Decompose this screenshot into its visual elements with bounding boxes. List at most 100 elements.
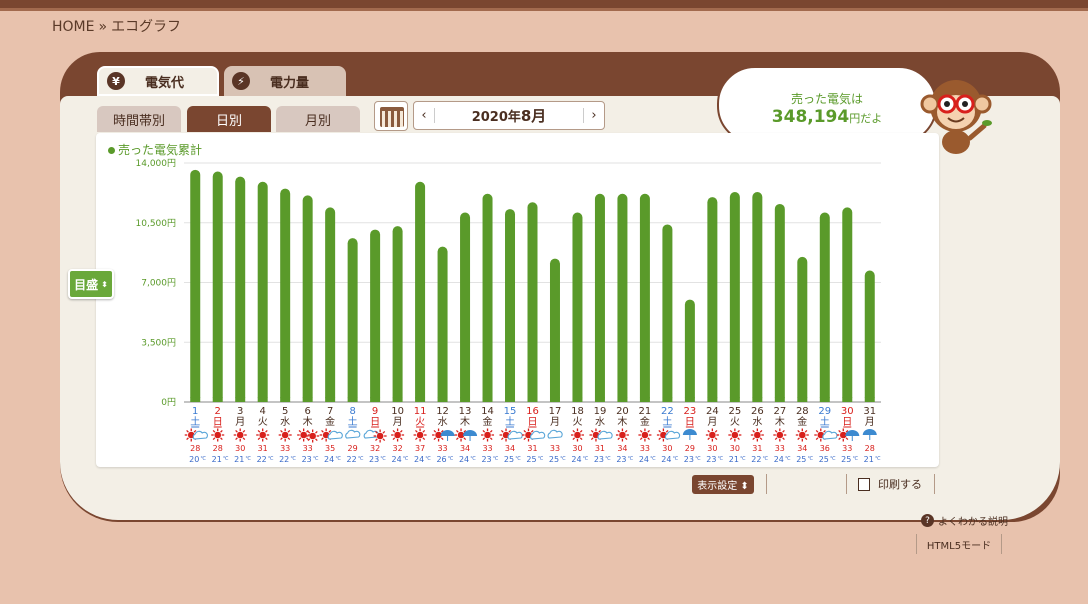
sun-ray bbox=[707, 429, 711, 433]
tab-electricity-cost[interactable]: ¥ 電気代 bbox=[97, 66, 219, 96]
next-month-button[interactable]: › bbox=[583, 108, 604, 123]
day-label: 26 bbox=[751, 406, 764, 417]
bar bbox=[302, 195, 313, 402]
separator bbox=[846, 474, 847, 494]
day-label: 29 bbox=[818, 406, 831, 417]
day-label: 27 bbox=[773, 406, 786, 417]
cloud-icon bbox=[822, 430, 838, 440]
calendar-button[interactable] bbox=[374, 101, 408, 131]
html5-mode-button[interactable]: HTML5モード bbox=[916, 534, 1002, 554]
bar-base bbox=[325, 397, 336, 402]
temp-high-label: 34 bbox=[505, 444, 515, 453]
bar-base bbox=[797, 397, 808, 402]
y-tick-label: 7,000円 bbox=[141, 278, 176, 289]
bar bbox=[819, 212, 830, 402]
sun-ray bbox=[186, 437, 189, 441]
subtab-daily[interactable]: 日別 bbox=[187, 106, 271, 132]
print-button[interactable]: 印刷する bbox=[858, 476, 922, 492]
sun-ray bbox=[797, 437, 800, 441]
temp-low-label: 23 bbox=[616, 455, 626, 464]
day-label: 25 bbox=[728, 406, 741, 417]
weekday-label: 日 bbox=[842, 417, 852, 428]
sun-ray bbox=[598, 429, 602, 433]
temp-high-label: 30 bbox=[707, 444, 717, 453]
sun-ray bbox=[759, 429, 763, 433]
temp-low-label: 23 bbox=[481, 455, 491, 464]
sun-ray bbox=[508, 429, 512, 433]
temp-unit-label: ℃ bbox=[403, 456, 409, 462]
weekday-label: 金 bbox=[640, 415, 650, 428]
bar-base bbox=[752, 397, 763, 402]
sun-ray bbox=[440, 437, 444, 441]
bar bbox=[549, 258, 560, 402]
temp-high-label: 32 bbox=[393, 444, 403, 453]
sun-icon bbox=[236, 431, 244, 439]
temp-high-label: 33 bbox=[482, 444, 492, 453]
temp-unit-label: ℃ bbox=[290, 456, 296, 462]
bar bbox=[235, 176, 246, 402]
temp-unit-label: ℃ bbox=[268, 456, 274, 462]
tab-electricity-amount-label: 電力量 bbox=[270, 75, 310, 91]
sun-ray bbox=[579, 437, 583, 441]
temp-high-label: 28 bbox=[213, 444, 223, 453]
temp-high-label: 31 bbox=[258, 444, 268, 453]
display-settings-button[interactable]: 表示設定 ⬍ bbox=[692, 475, 754, 494]
day-label: 12 bbox=[436, 406, 449, 417]
day-label: 16 bbox=[526, 406, 539, 417]
sun-ray bbox=[235, 437, 238, 441]
sun-ray bbox=[774, 429, 778, 433]
sun-ray bbox=[321, 437, 324, 441]
tab-electricity-amount[interactable]: ⚡ 電力量 bbox=[224, 66, 346, 96]
temp-unit-label: ℃ bbox=[358, 456, 364, 462]
sun-icon bbox=[731, 431, 739, 439]
bar bbox=[370, 229, 381, 402]
temp-low-label: 22 bbox=[257, 455, 267, 464]
day-label: 11 bbox=[414, 406, 427, 417]
bar-base bbox=[347, 397, 358, 402]
sun-ray bbox=[729, 437, 733, 441]
temp-low-label: 21 bbox=[729, 455, 739, 464]
bar-base bbox=[527, 397, 538, 402]
temp-high-label: 35 bbox=[325, 444, 335, 453]
sun-ray bbox=[782, 437, 785, 441]
sun-ray bbox=[220, 437, 223, 441]
bar bbox=[437, 246, 448, 402]
day-label: 3 bbox=[237, 406, 243, 417]
sun-ray bbox=[433, 429, 437, 433]
bar-base bbox=[437, 397, 448, 402]
help-link[interactable]: ? よくわかる説明 bbox=[921, 513, 1008, 528]
day-label: 28 bbox=[796, 406, 809, 417]
weekday-label: 水 bbox=[438, 416, 448, 428]
weekday-label: 水 bbox=[752, 416, 762, 428]
sun-ray bbox=[382, 430, 386, 434]
sun-ray bbox=[639, 429, 643, 433]
temp-low-label: 25 bbox=[819, 455, 829, 464]
breadcrumb-separator: » bbox=[98, 19, 108, 35]
subtab-monthly[interactable]: 月別 bbox=[276, 106, 360, 132]
bar bbox=[527, 202, 538, 402]
day-label: 2 bbox=[215, 406, 221, 417]
bar-base bbox=[864, 397, 875, 402]
sun-ray bbox=[399, 429, 403, 433]
y-tick-label: 3,500円 bbox=[141, 337, 176, 348]
sun-ray bbox=[287, 437, 291, 441]
temp-high-label: 31 bbox=[595, 444, 605, 453]
temp-low-label: 23 bbox=[706, 455, 716, 464]
weekday-label: 木 bbox=[303, 416, 313, 428]
sun-ray bbox=[804, 429, 808, 433]
subtab-hourly[interactable]: 時間帯別 bbox=[97, 106, 181, 132]
scale-button[interactable]: 目盛 ⬍ bbox=[68, 269, 114, 299]
sun-ray bbox=[315, 438, 318, 442]
breadcrumb-home[interactable]: HOME bbox=[52, 19, 94, 35]
sun-ray bbox=[193, 429, 197, 433]
sun-icon bbox=[619, 431, 626, 439]
bar bbox=[864, 270, 875, 402]
temp-unit-label: ℃ bbox=[807, 456, 813, 462]
temp-low-label: 25 bbox=[504, 455, 514, 464]
sun-ray bbox=[307, 430, 311, 434]
temp-unit-label: ℃ bbox=[673, 456, 679, 462]
temp-low-label: 23 bbox=[684, 455, 694, 464]
temp-unit-label: ℃ bbox=[380, 456, 386, 462]
day-label: 5 bbox=[282, 406, 288, 417]
prev-month-button[interactable]: ‹ bbox=[414, 108, 435, 123]
